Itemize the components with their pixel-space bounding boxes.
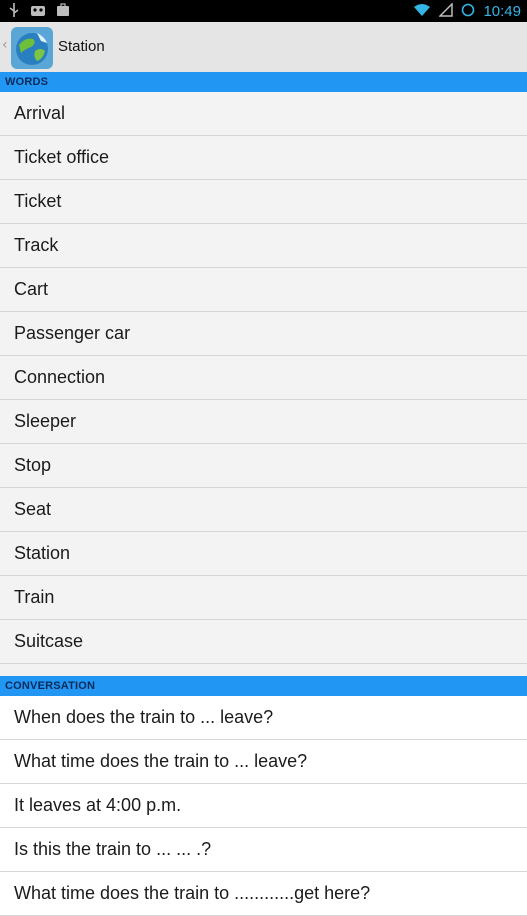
- word-item-ticket-office[interactable]: Ticket office: [0, 136, 527, 180]
- wifi-icon: [413, 2, 431, 21]
- conversation-item[interactable]: Is this the train to ... ... .?: [0, 828, 527, 872]
- usb-icon: [8, 3, 20, 21]
- word-item-stop[interactable]: Stop: [0, 444, 527, 488]
- back-chevron-icon[interactable]: ‹: [2, 37, 8, 53]
- signal-icon: [438, 2, 454, 21]
- word-item-sleeper[interactable]: Sleeper: [0, 400, 527, 444]
- word-item-cart[interactable]: Cart: [0, 268, 527, 312]
- word-item-arrival[interactable]: Arrival: [0, 92, 527, 136]
- conversation-item[interactable]: When does the train to ... leave?: [0, 696, 527, 740]
- conversation-section-header: CONVERSATION: [0, 676, 527, 696]
- briefcase-icon: [56, 3, 70, 21]
- conversation-item[interactable]: What time does the train to ... leave?: [0, 740, 527, 784]
- android-debug-icon: [30, 3, 46, 21]
- word-item-ticket[interactable]: Ticket: [0, 180, 527, 224]
- word-item-train[interactable]: Train: [0, 576, 527, 620]
- word-item-suitcase[interactable]: Suitcase: [0, 620, 527, 664]
- words-section-header: WORDS: [0, 72, 527, 92]
- word-item-connection[interactable]: Connection: [0, 356, 527, 400]
- conversation-item[interactable]: It leaves at 4:00 p.m.: [0, 784, 527, 828]
- conversation-item[interactable]: What time does the train to ............…: [0, 872, 527, 916]
- word-item-station[interactable]: Station: [0, 532, 527, 576]
- status-bar: 10:49: [0, 0, 527, 22]
- word-item-passenger-car[interactable]: Passenger car: [0, 312, 527, 356]
- word-item-seat[interactable]: Seat: [0, 488, 527, 532]
- status-time: 10:49: [483, 3, 521, 20]
- words-list: Arrival Ticket office Ticket Track Cart …: [0, 92, 527, 664]
- page-title: Station: [58, 38, 105, 55]
- alarm-icon: [461, 2, 475, 21]
- status-icons-right: 10:49: [413, 2, 521, 21]
- word-item-track[interactable]: Track: [0, 224, 527, 268]
- status-icons-left: [8, 3, 70, 21]
- app-globe-icon[interactable]: [11, 27, 53, 69]
- conversation-list: When does the train to ... leave? What t…: [0, 696, 527, 916]
